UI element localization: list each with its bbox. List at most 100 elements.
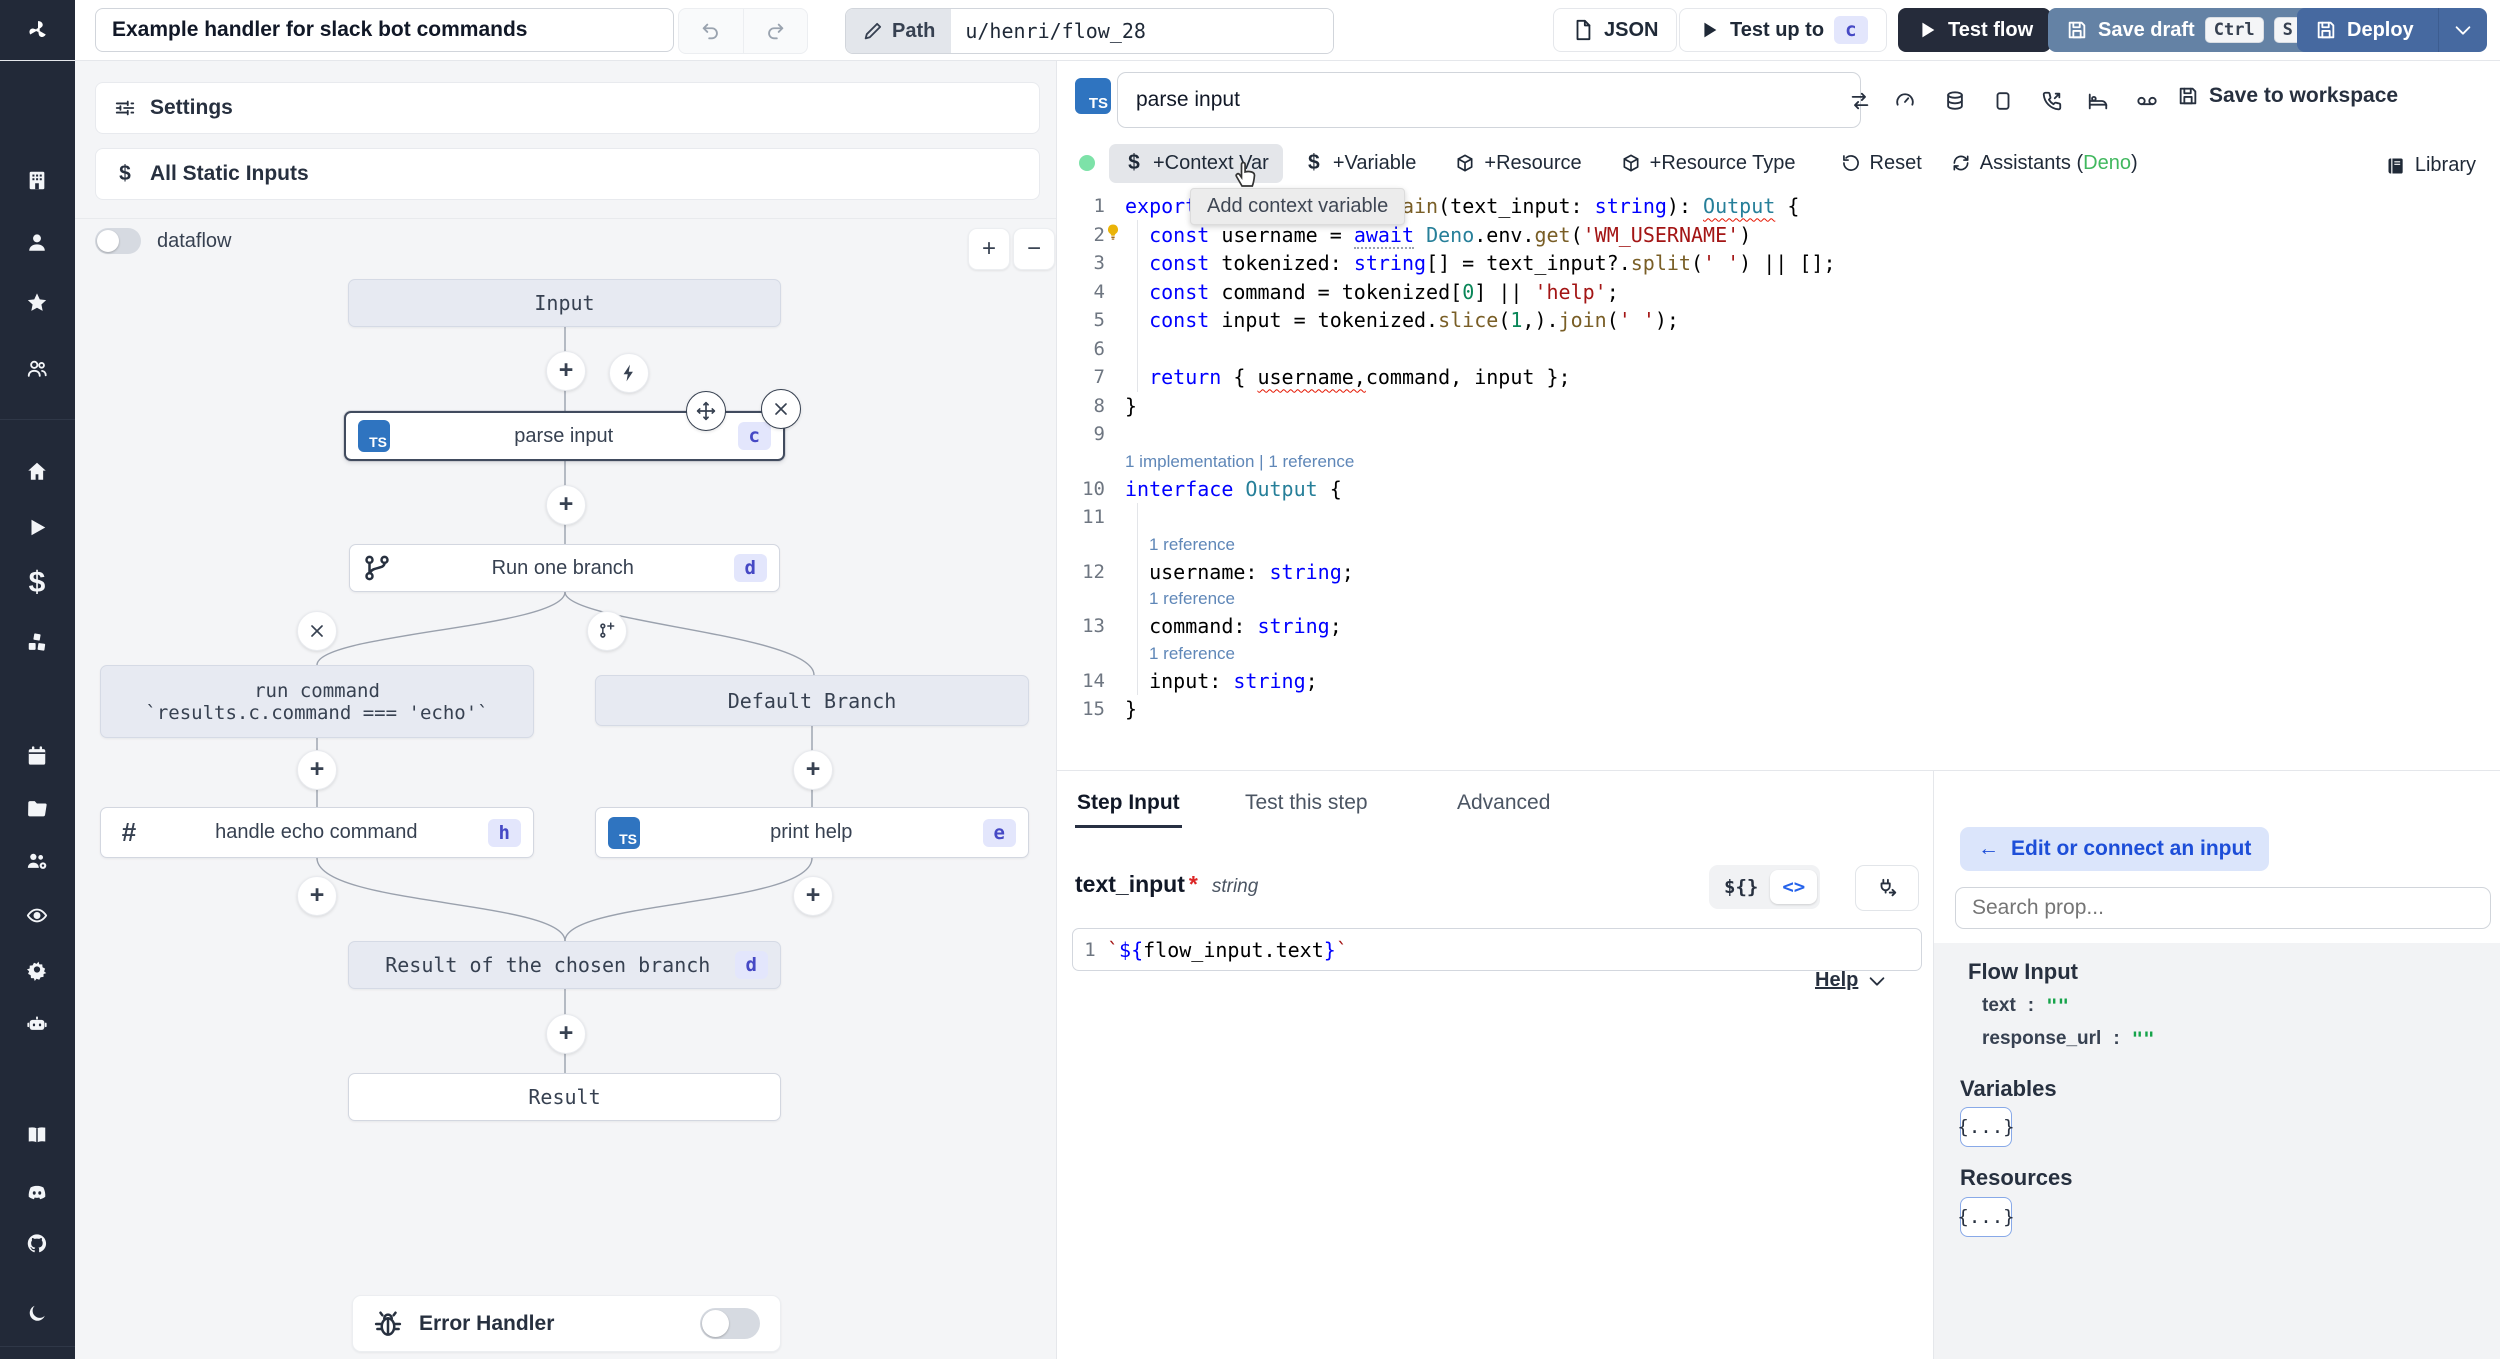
code-content[interactable]: 1export async function main(text_input: … — [1057, 192, 2500, 724]
add-branch-button[interactable] — [587, 611, 627, 651]
code-line[interactable]: 8} — [1057, 392, 2500, 421]
retries-button[interactable] — [1843, 84, 1877, 118]
add-resource-type-button[interactable]: +Resource Type — [1606, 144, 1810, 183]
add-step-button[interactable]: + — [297, 750, 337, 790]
tab-advanced[interactable]: Advanced — [1455, 781, 1552, 825]
deploy-button[interactable]: Deploy — [2297, 8, 2487, 52]
sidebar-item-runs[interactable] — [17, 507, 57, 547]
sidebar-item-github[interactable] — [17, 1223, 57, 1263]
sidebar-item-members[interactable] — [17, 348, 57, 388]
library-button[interactable]: Library — [2371, 146, 2490, 185]
expression-editor[interactable]: 1 `${flow_input.text}` — [1072, 928, 1922, 971]
add-step-button[interactable]: + — [546, 485, 586, 525]
zoom-in-button[interactable]: + — [968, 228, 1010, 270]
sidebar-item-folders[interactable] — [17, 788, 57, 828]
code-line[interactable]: 14 input: string; — [1057, 667, 2500, 696]
add-resource-button[interactable]: +Resource — [1440, 144, 1595, 183]
sidebar-item-workspace[interactable] — [17, 160, 57, 200]
all-static-inputs-button[interactable]: $ All Static Inputs — [95, 148, 1040, 200]
node-flow-input[interactable]: Input — [348, 279, 781, 327]
node-result[interactable]: Result — [348, 1073, 781, 1121]
add-step-button[interactable]: + — [297, 876, 337, 916]
add-variable-button[interactable]: $ +Variable — [1289, 144, 1431, 183]
sidebar-item-groups[interactable] — [17, 841, 57, 881]
prop-row-text[interactable]: text: "" — [1982, 995, 2069, 1017]
trigger-bolt-button[interactable] — [609, 353, 649, 393]
variables-object-button[interactable]: {...} — [1957, 1107, 2015, 1147]
node-run-command-branch[interactable]: run command `results.c.command === 'echo… — [100, 665, 534, 738]
code-line[interactable]: 11 — [1057, 503, 2500, 532]
cache-button[interactable] — [1938, 84, 1972, 118]
template-mode-button[interactable]: ${} — [1712, 870, 1770, 904]
remove-branch-button[interactable] — [297, 611, 337, 651]
early-stop-button[interactable] — [1888, 84, 1922, 118]
undo-button[interactable] — [679, 9, 744, 53]
dataflow-toggle[interactable] — [95, 228, 141, 254]
code-line[interactable]: 6 — [1057, 335, 2500, 364]
suspend-button[interactable] — [2035, 84, 2069, 118]
code-mode-button[interactable]: <> — [1770, 870, 1818, 904]
sidebar-item-favorites[interactable] — [17, 282, 57, 322]
mock-button[interactable] — [1986, 84, 2020, 118]
assistants-button[interactable]: Assistants (Deno) — [1936, 144, 2152, 183]
sidebar-item-dark-mode[interactable] — [17, 1293, 57, 1333]
edit-or-connect-button[interactable]: ← Edit or connect an input — [1960, 827, 2270, 871]
sleep-button[interactable] — [2081, 84, 2115, 118]
save-draft-button[interactable]: Save draft Ctrl S — [2048, 8, 2320, 52]
node-print-help[interactable]: TS print help e — [595, 807, 1029, 858]
error-handler-toggle[interactable] — [700, 1308, 760, 1339]
concurrency-button[interactable] — [2130, 84, 2164, 118]
move-step-button[interactable] — [686, 391, 726, 431]
sidebar-item-settings[interactable] — [17, 949, 57, 989]
sidebar-item-home[interactable] — [17, 451, 57, 491]
sidebar-item-audit-logs[interactable] — [17, 895, 57, 935]
json-button[interactable]: JSON — [1553, 8, 1678, 52]
codelens[interactable]: 1 reference — [1057, 586, 2500, 612]
connect-input-button[interactable] — [1855, 865, 1919, 911]
help-link[interactable]: Help — [1815, 969, 1888, 992]
code-line[interactable]: 3 const tokenized: string[] = text_input… — [1057, 249, 2500, 278]
zoom-out-button[interactable]: − — [1013, 228, 1055, 270]
codelens[interactable]: 1 reference — [1057, 532, 2500, 558]
code-line[interactable]: 9 — [1057, 420, 2500, 449]
test-flow-button[interactable]: Test flow — [1898, 8, 2052, 52]
add-step-button[interactable]: + — [546, 351, 586, 391]
sidebar-item-resources[interactable] — [17, 622, 57, 662]
node-branch-result[interactable]: Result of the chosen branch d — [348, 941, 781, 989]
test-up-to-button[interactable]: Test up to c — [1679, 8, 1887, 52]
path-input[interactable] — [951, 9, 1333, 53]
error-handler-card[interactable]: Error Handler — [352, 1295, 781, 1352]
step-name-input[interactable] — [1117, 72, 1861, 128]
code-line[interactable]: 7 return { username,command, input }; — [1057, 363, 2500, 392]
sidebar-item-discord[interactable] — [17, 1172, 57, 1212]
add-step-button[interactable]: + — [793, 750, 833, 790]
prop-row-response-url[interactable]: response_url: "" — [1982, 1028, 2155, 1050]
sidebar-item-docs[interactable] — [17, 1115, 57, 1155]
reset-button[interactable]: Reset — [1826, 144, 1936, 183]
node-handle-echo-command[interactable]: # handle echo command h — [100, 807, 534, 858]
sidebar-item-workers[interactable] — [17, 1003, 57, 1043]
code-line[interactable]: 15} — [1057, 695, 2500, 724]
delete-step-button[interactable] — [761, 389, 801, 429]
add-step-button[interactable]: + — [793, 876, 833, 916]
codelens[interactable]: 1 implementation | 1 reference — [1057, 449, 2500, 475]
flow-settings-button[interactable]: Settings — [95, 82, 1040, 134]
code-line[interactable]: 5 const input = tokenized.slice(1,).join… — [1057, 306, 2500, 335]
save-to-workspace-button[interactable]: Save to workspace — [2177, 84, 2398, 108]
sidebar-item-user[interactable] — [17, 222, 57, 262]
codelens[interactable]: 1 reference — [1057, 641, 2500, 667]
code-line[interactable]: 10 interface Output { — [1057, 475, 2500, 504]
add-step-button[interactable]: + — [546, 1014, 586, 1054]
windmill-logo[interactable] — [0, 0, 75, 60]
flow-title-input[interactable] — [95, 8, 674, 52]
path-edit-button[interactable]: Path — [846, 9, 952, 53]
sidebar-item-variables[interactable]: $ — [17, 563, 57, 603]
search-prop-input[interactable] — [1955, 887, 2491, 929]
resources-object-button[interactable]: {...} — [1957, 1197, 2015, 1237]
tab-test-this-step[interactable]: Test this step — [1243, 781, 1370, 825]
node-run-one-branch[interactable]: Run one branch d — [349, 544, 780, 592]
code-line[interactable]: 4 const command = tokenized[0] || 'help'… — [1057, 278, 2500, 307]
tab-step-input[interactable]: Step Input — [1075, 781, 1182, 828]
deploy-dropdown-button[interactable] — [2437, 8, 2487, 52]
code-line[interactable]: 13 command: string; — [1057, 612, 2500, 641]
